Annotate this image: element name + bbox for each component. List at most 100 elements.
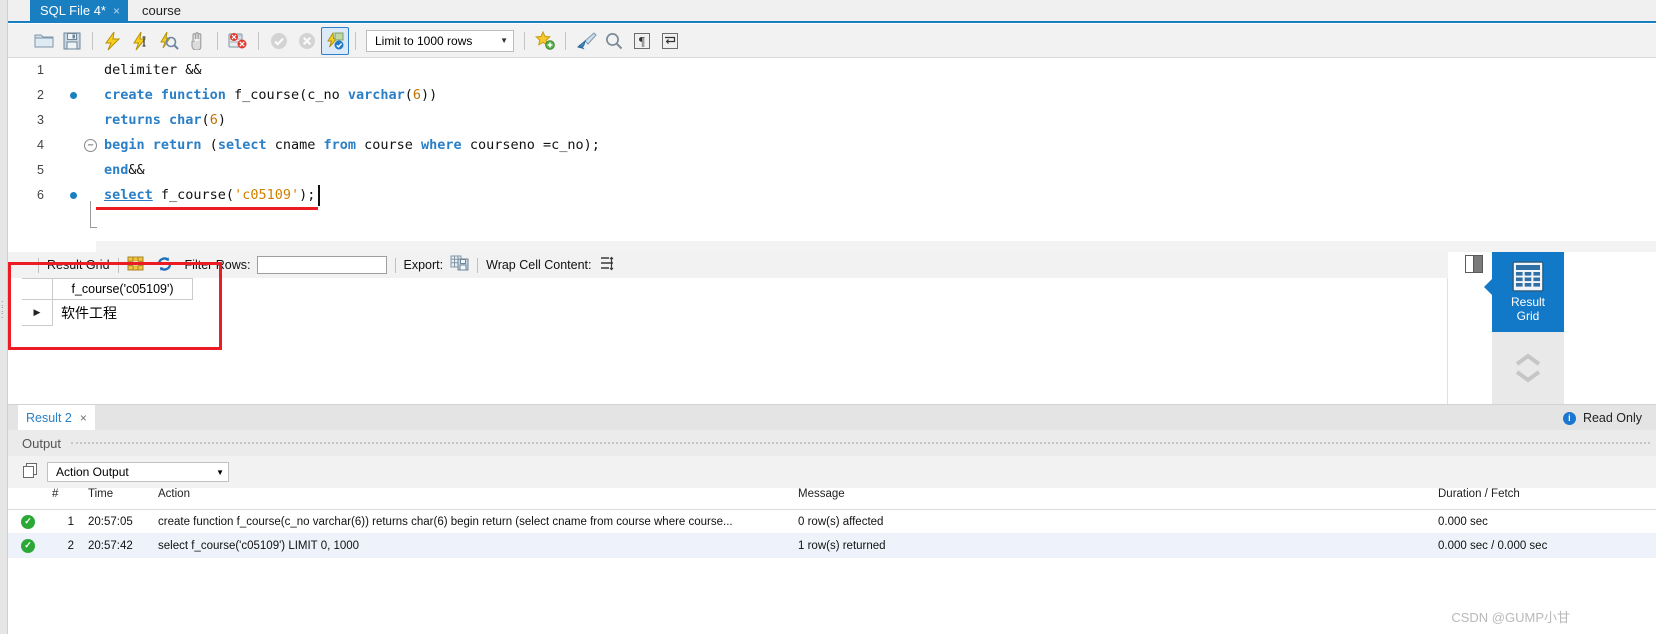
result-grid-sidebar-button[interactable]: Result Grid (1492, 252, 1564, 332)
column-header-index: # (52, 488, 59, 500)
toolbar-separator (217, 31, 218, 50)
output-header-dotted-rule (71, 442, 1650, 444)
rollback-button[interactable] (293, 27, 321, 55)
result-grid-button-label-line1: Result (1510, 295, 1545, 309)
chevron-down-icon (1515, 370, 1541, 383)
code-fold-guide-end (90, 227, 97, 228)
tab-result-2[interactable]: Result 2 × (18, 405, 95, 431)
tab-label: course (142, 3, 182, 18)
open-sql-script-button[interactable] (30, 27, 58, 55)
close-icon[interactable]: × (113, 0, 120, 22)
toolbar-separator (117, 257, 119, 273)
code-text: end&& (104, 162, 145, 178)
code-fold-toggle-icon[interactable]: − (84, 139, 97, 152)
save-sql-script-button[interactable] (58, 27, 86, 55)
commit-button[interactable] (265, 27, 293, 55)
line-number: 4 (37, 138, 44, 152)
cancel-circle-icon (299, 32, 315, 49)
chevron-down-icon[interactable]: ▼ (216, 468, 224, 477)
wrap-cell-icon[interactable] (599, 256, 615, 274)
row-limit-select[interactable]: Limit to 1000 rows ▼ (366, 29, 514, 52)
breakpoint-marker-icon[interactable] (70, 192, 77, 199)
toggle-wrapping-button[interactable] (656, 27, 684, 55)
annotation-underline (96, 207, 318, 210)
execute-statement-button[interactable] (99, 27, 127, 55)
info-icon: i (1562, 411, 1576, 425)
code-line: 2 create function f_course(c_no varchar(… (8, 83, 1656, 108)
status-column-header (8, 488, 48, 509)
grid-view-icon[interactable] (127, 256, 144, 274)
editor-toolbar: Limit to 1000 rows ▼ ¶ (8, 24, 1656, 58)
action-output-table: # Time Action Message Duration / Fetch ✓… (8, 488, 1656, 634)
row-action: create function f_course(c_no varchar(6)… (158, 515, 733, 528)
svg-text:¶: ¶ (639, 33, 645, 48)
wrap-arrow-icon (662, 32, 678, 49)
refresh-icon[interactable] (156, 256, 173, 275)
filter-rows-input[interactable] (256, 256, 387, 274)
toggle-auto-complete-button[interactable] (531, 27, 559, 55)
find-button[interactable] (600, 27, 628, 55)
toolbar-separator (394, 257, 396, 273)
tab-active-underline (8, 21, 1656, 23)
output-type-select[interactable]: Action Output ▼ (47, 462, 229, 482)
lightning-cursor-icon (133, 31, 147, 50)
toggle-invisible-characters-button[interactable]: ¶ (628, 27, 656, 55)
row-message: 1 row(s) returned (798, 539, 886, 552)
row-marker-icon[interactable]: ▶ (22, 300, 53, 326)
table-row[interactable]: ✓ 2 20:57:42 select f_course('c05109') L… (8, 534, 1656, 558)
beautify-query-button[interactable] (572, 27, 600, 55)
grid-table-icon (1512, 261, 1544, 292)
lightning-magnifier-icon (160, 31, 179, 50)
toolbar-separator (524, 31, 525, 50)
row-action: select f_course('c05109') LIMIT 0, 1000 (158, 539, 360, 552)
code-line: 6 select f_course('c05109'); (8, 183, 1656, 208)
result-grid[interactable]: f_course('c05109') ▶ 软件工程 (8, 278, 1448, 404)
code-line: 3 returns char(6) (8, 108, 1656, 133)
output-title: Output (22, 435, 62, 451)
row-index: 1 (67, 515, 74, 528)
editor-tab-bar: SQL File 4* × course (8, 0, 1656, 22)
column-header-duration: Duration / Fetch (1438, 488, 1520, 500)
tab-sql-file-4[interactable]: SQL File 4* × (30, 0, 129, 22)
code-fold-guide (90, 201, 91, 228)
explain-statement-button[interactable] (155, 27, 183, 55)
result-grid-label: Result Grid (47, 258, 110, 272)
grid-column-header[interactable]: f_course('c05109') (53, 278, 193, 300)
toggle-sidebar-icon[interactable] (1465, 255, 1483, 273)
output-type-value: Action Output (56, 465, 129, 479)
panes-icon (22, 462, 39, 482)
stop-script-button[interactable] (183, 27, 211, 55)
close-icon[interactable]: × (80, 411, 87, 425)
breakpoint-marker-icon[interactable] (70, 92, 77, 99)
status-badge: ✓ (8, 538, 48, 553)
toggle-stop-on-error-button[interactable] (224, 27, 252, 55)
code-text: create function f_course(c_no varchar(6)… (104, 87, 438, 103)
text-caret (318, 185, 320, 206)
column-header-action: Action (158, 488, 190, 500)
result-grid-header-row: f_course('c05109') (22, 278, 193, 300)
export-icon[interactable] (450, 255, 469, 275)
check-circle-icon (271, 32, 287, 49)
chevron-down-icon[interactable]: ▼ (500, 36, 508, 45)
row-time: 20:57:05 (88, 515, 133, 528)
toggle-autocommit-button[interactable] (321, 26, 349, 55)
grid-corner-cell[interactable] (22, 278, 53, 300)
status-badge: ✓ (8, 514, 48, 529)
floppy-disk-icon (63, 32, 81, 49)
result-grid-button-label-line2: Grid (1516, 309, 1540, 323)
pilcrow-icon: ¶ (634, 32, 650, 49)
line-number: 2 (37, 88, 44, 102)
read-only-status: i Read Only (1562, 405, 1642, 431)
execute-current-statement-button[interactable] (127, 27, 155, 55)
stop-on-error-icon (228, 32, 247, 48)
code-line: 1 delimiter && (8, 58, 1656, 83)
grid-cell[interactable]: 软件工程 (53, 300, 193, 326)
column-header-message: Message (798, 488, 845, 500)
table-row[interactable]: ✓ 1 20:57:05 create function f_course(c_… (8, 510, 1656, 534)
sidebar-scroll-chevrons[interactable] (1492, 332, 1564, 404)
tab-course[interactable]: course (132, 0, 190, 22)
toolbar-separator (258, 31, 259, 50)
row-limit-value: Limit to 1000 rows (375, 33, 473, 48)
result-tab-strip: Result 2 × i Read Only (8, 404, 1656, 431)
table-row[interactable]: ▶ 软件工程 (22, 300, 193, 326)
